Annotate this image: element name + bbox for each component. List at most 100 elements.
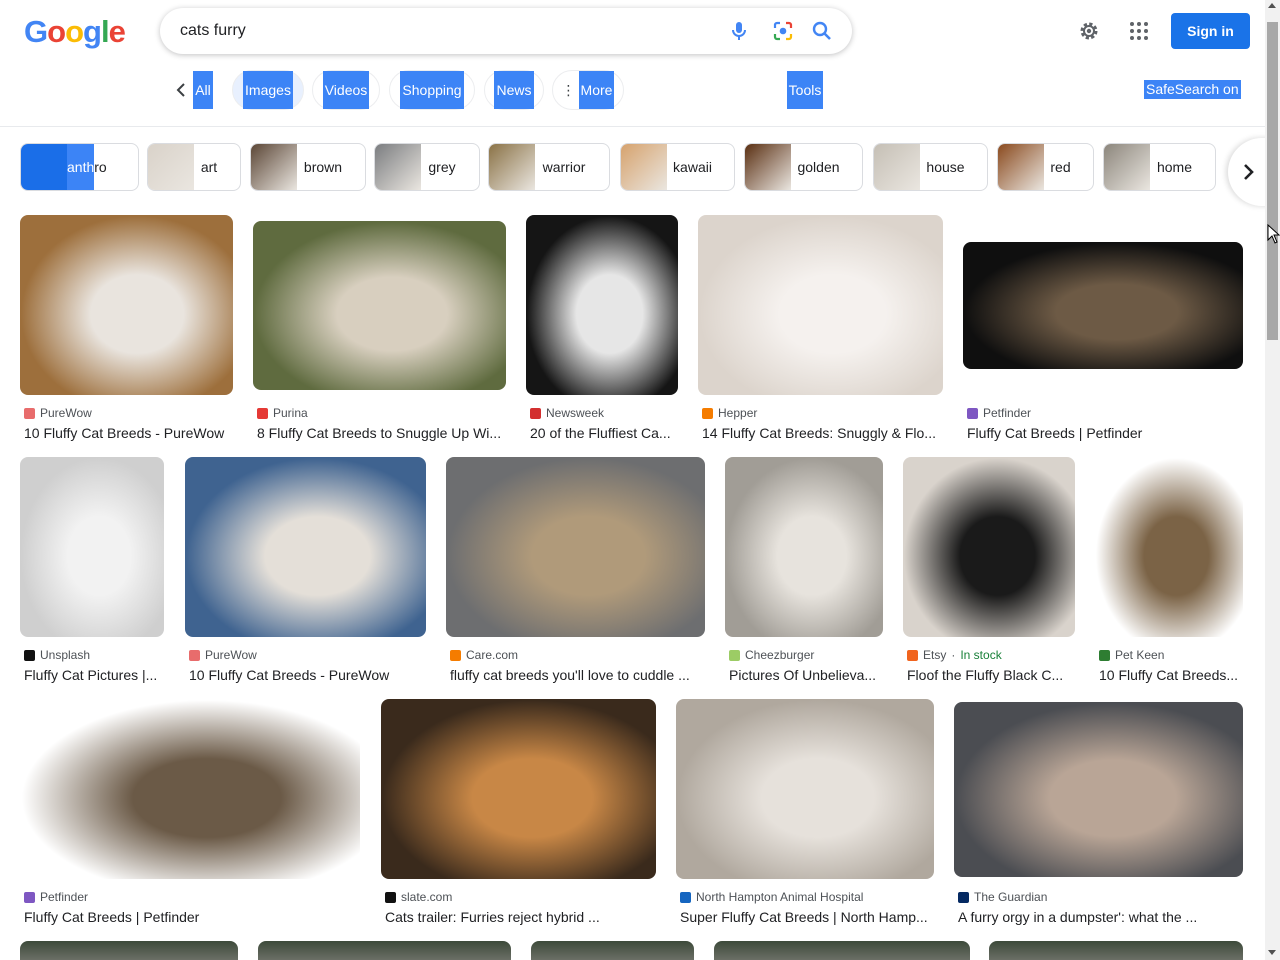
google-logo[interactable]: Google bbox=[24, 14, 126, 50]
result-thumbnail[interactable] bbox=[531, 941, 694, 960]
favicon-icon bbox=[680, 891, 691, 903]
tab-more[interactable]: ⋮ More bbox=[552, 70, 624, 110]
result-title[interactable]: Fluffy Cat Breeds | Petfinder bbox=[967, 425, 1241, 441]
result-source[interactable]: Hepper bbox=[702, 406, 757, 420]
stock-status: In stock bbox=[960, 648, 1002, 662]
separator-dot: · bbox=[951, 648, 956, 662]
tab-shopping[interactable]: Shopping bbox=[389, 70, 475, 110]
gear-icon[interactable] bbox=[1077, 19, 1101, 43]
chip-red[interactable]: red bbox=[997, 143, 1094, 191]
result-thumbnail[interactable] bbox=[1095, 457, 1243, 637]
result-thumbnail[interactable] bbox=[20, 457, 164, 637]
result-title[interactable]: 10 Fluffy Cat Breeds - PureWow bbox=[24, 425, 231, 441]
result-source[interactable]: The Guardian bbox=[958, 890, 1047, 904]
result-title[interactable]: Cats trailer: Furries reject hybrid ... bbox=[385, 909, 654, 925]
mic-icon[interactable] bbox=[727, 19, 751, 43]
result-title[interactable]: Pictures Of Unbelieva... bbox=[729, 667, 881, 683]
favicon-icon bbox=[257, 407, 268, 419]
chip-home[interactable]: home bbox=[1103, 143, 1216, 191]
chip-label: home bbox=[1156, 159, 1193, 175]
source-name: Petfinder bbox=[983, 406, 1032, 420]
result-thumbnail[interactable] bbox=[185, 457, 426, 637]
sign-in-button[interactable]: Sign in bbox=[1171, 13, 1250, 49]
result-source[interactable]: Newsweek bbox=[530, 406, 604, 420]
result-source[interactable]: Purina bbox=[257, 406, 308, 420]
result-thumbnail[interactable] bbox=[446, 457, 705, 637]
chevron-left-icon[interactable] bbox=[172, 80, 190, 100]
source-name: Pet Keen bbox=[1115, 648, 1165, 662]
result-title[interactable]: 14 Fluffy Cat Breeds: Snuggly & Flo... bbox=[702, 425, 941, 441]
scrollbar-thumb[interactable] bbox=[1267, 22, 1278, 340]
result-thumbnail[interactable] bbox=[954, 702, 1243, 877]
result-title[interactable]: 20 of the Fluffiest Ca... bbox=[530, 425, 676, 441]
result-thumbnail[interactable] bbox=[676, 699, 934, 879]
chip-label: kawaii bbox=[673, 159, 712, 175]
tab-news[interactable]: News bbox=[484, 70, 544, 110]
result-title[interactable]: 10 Fluffy Cat Breeds... bbox=[1099, 667, 1241, 683]
result-source[interactable]: slate.com bbox=[385, 890, 452, 904]
tab-all[interactable]: All bbox=[193, 70, 213, 110]
result-thumbnail[interactable] bbox=[381, 699, 656, 879]
result-thumbnail[interactable] bbox=[725, 457, 883, 637]
chip-brown[interactable]: brown bbox=[250, 143, 366, 191]
chip-grey[interactable]: grey bbox=[374, 143, 480, 191]
result-source[interactable]: Petfinder bbox=[24, 890, 88, 904]
result-thumbnail[interactable] bbox=[714, 941, 970, 960]
result-title[interactable]: fluffy cat breeds you'll love to cuddle … bbox=[450, 667, 703, 683]
result-thumbnail[interactable] bbox=[698, 215, 943, 395]
result-source[interactable]: Unsplash bbox=[24, 648, 90, 662]
result-source[interactable]: PureWow bbox=[24, 406, 92, 420]
result-title[interactable]: 8 Fluffy Cat Breeds to Snuggle Up Wi... bbox=[257, 425, 504, 441]
chip-warrior[interactable]: warrior bbox=[488, 143, 610, 191]
result-thumbnail[interactable] bbox=[20, 215, 233, 395]
chip-thumbnail bbox=[998, 144, 1044, 190]
result-thumbnail[interactable] bbox=[20, 699, 360, 879]
chip-label: warrior bbox=[542, 159, 586, 175]
result-source[interactable]: Cheezburger bbox=[729, 648, 814, 662]
result-title[interactable]: Floof the Fluffy Black C... bbox=[907, 667, 1073, 683]
result-source[interactable]: PureWow bbox=[189, 648, 257, 662]
chip-label: grey bbox=[428, 159, 456, 175]
safesearch-toggle[interactable]: SafeSearch on bbox=[1144, 80, 1241, 99]
chip-anthro[interactable]: anthro bbox=[20, 143, 139, 191]
result-source[interactable]: Care.com bbox=[450, 648, 518, 662]
chevron-right-icon bbox=[1244, 164, 1254, 180]
favicon-icon bbox=[907, 649, 918, 661]
result-thumbnail[interactable] bbox=[526, 215, 678, 395]
result-title[interactable]: Fluffy Cat Pictures |... bbox=[24, 667, 162, 683]
apps-grid-icon[interactable] bbox=[1127, 19, 1151, 43]
favicon-icon bbox=[958, 891, 969, 903]
tab-videos[interactable]: Videos bbox=[312, 70, 380, 110]
result-thumbnail[interactable] bbox=[20, 941, 238, 960]
source-name: The Guardian bbox=[974, 890, 1048, 904]
result-source[interactable]: Pet Keen bbox=[1099, 648, 1164, 662]
scroll-down-arrow-icon[interactable] bbox=[1268, 950, 1276, 955]
result-title[interactable]: 10 Fluffy Cat Breeds - PureWow bbox=[189, 667, 424, 683]
kebab-icon: ⋮ bbox=[561, 81, 576, 98]
lens-icon[interactable] bbox=[771, 19, 795, 43]
chip-kawaii[interactable]: kawaii bbox=[620, 143, 735, 191]
result-title[interactable]: Fluffy Cat Breeds | Petfinder bbox=[24, 909, 358, 925]
tab-images[interactable]: Images bbox=[232, 70, 304, 110]
result-thumbnail[interactable] bbox=[253, 221, 506, 390]
chip-house[interactable]: house bbox=[873, 143, 988, 191]
result-thumbnail[interactable] bbox=[258, 941, 511, 960]
chip-art[interactable]: art bbox=[147, 143, 241, 191]
result-title[interactable]: A furry orgy in a dumpster': what the ..… bbox=[958, 909, 1241, 925]
result-source[interactable]: North Hampton Animal Hospital bbox=[680, 890, 863, 904]
result-title[interactable]: Super Fluffy Cat Breeds | North Hamp... bbox=[680, 909, 932, 925]
source-name: Unsplash bbox=[40, 648, 91, 662]
source-name: Care.com bbox=[466, 648, 519, 662]
result-source[interactable]: Etsy · In stock bbox=[907, 648, 1002, 662]
result-thumbnail[interactable] bbox=[963, 242, 1243, 369]
result-thumbnail[interactable] bbox=[989, 941, 1243, 960]
source-name: Newsweek bbox=[546, 406, 605, 420]
result-source[interactable]: Petfinder bbox=[967, 406, 1031, 420]
result-thumbnail[interactable] bbox=[903, 457, 1075, 637]
chip-golden[interactable]: golden bbox=[744, 143, 863, 191]
source-name: Cheezburger bbox=[745, 648, 815, 662]
tools-button[interactable]: Tools bbox=[786, 70, 824, 110]
search-icon[interactable] bbox=[810, 19, 834, 43]
scroll-up-arrow-icon[interactable] bbox=[1268, 3, 1276, 8]
search-input[interactable] bbox=[180, 8, 700, 54]
